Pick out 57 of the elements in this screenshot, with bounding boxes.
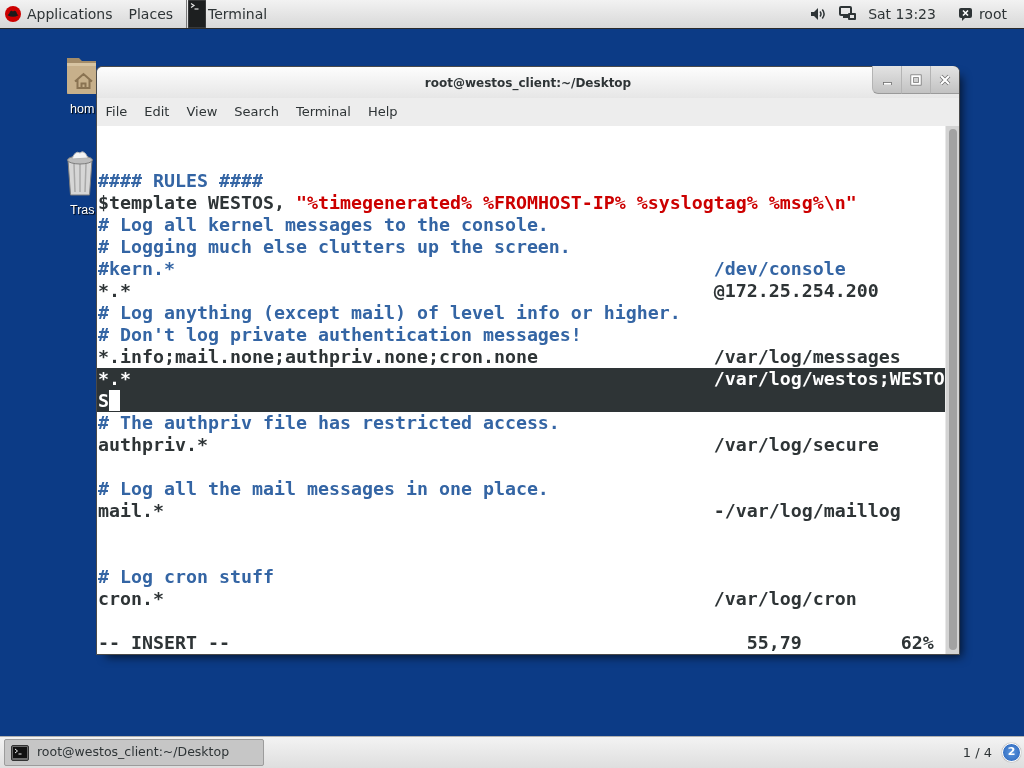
menu-item[interactable]: File [97,102,136,122]
mode-indicator: -- INSERT -- [98,632,231,654]
trash-can-icon[interactable] [66,150,94,197]
scroll-percentage: 62% [900,632,935,654]
config-text: *.info;mail.none;authpriv.none;cron.none [98,346,538,367]
maximize-button[interactable] [901,66,930,94]
config-text: S [98,390,109,412]
clock[interactable]: Sat 13:23 [868,0,936,28]
menu-item[interactable]: View [177,102,226,122]
comment-text: # Log anything (except mail) of level info or higher. [98,302,681,324]
log-target-text: /dev/console [713,258,846,280]
log-target-text: /var/log/secure [713,434,879,456]
config-text: cron.* [98,588,164,609]
terminal-icon [188,0,207,28]
task-button[interactable]: root@westos_client:~/Desktop [4,739,264,766]
menu-item[interactable]: Search [225,102,288,122]
user-menu[interactable]: root [957,0,1007,28]
comment-text: # Log all the mail messages in one place. [98,478,549,500]
log-target-text: /var/log/westos;WESTO [713,368,945,390]
comment-text: # The authpriv file has restricted access. [98,412,560,434]
close-button[interactable] [930,66,959,94]
app-menu[interactable]: Terminal [188,0,268,28]
comment-text: # Log cron stuff [98,566,274,588]
maximize-icon [910,73,922,86]
menu-item[interactable]: Terminal [287,102,360,122]
network-icon[interactable] [839,6,858,22]
volume-icon[interactable] [810,7,827,21]
icon-label: Tras [70,203,95,218]
scrollbar-thumb[interactable] [948,129,957,650]
minimize-icon [882,81,892,86]
log-target-text: /var/log/cron [713,588,857,610]
close-icon [939,73,951,86]
cursor-position: 55,79 [746,632,803,654]
x-bubble-icon [957,7,973,21]
log-target-text: /var/log/messages [713,346,901,368]
config-text: $template WESTOS, "%timegenerated% %FROMHOST-IP% %syslogtag% %msg%\n" [98,192,857,214]
menu-item[interactable]: Help [359,102,407,122]
panel-menu[interactable]: Places [128,0,174,28]
config-text: authpriv.* [98,434,208,455]
log-target-text: -/var/log/maillog [713,500,901,522]
comment-text: # Log all kernel messages to the console. [98,214,549,236]
workspace-indicator[interactable]: 1 / 4 [962,742,992,763]
hat-logo-icon [5,6,21,22]
comment-text: # Don't log private authentication messages! [98,324,582,346]
comment-text: #kern.* [98,258,175,279]
comment-text: #### RULES #### [98,170,263,192]
window-title: root@westos_client:~/Desktop [424,75,632,92]
log-target-text: @172.25.254.200 [713,280,879,302]
config-text: mail.* [98,500,164,521]
icon-label: hom [70,102,95,117]
scrollbar-track[interactable] [945,126,959,654]
comment-text: # Logging much else clutters up the screen. [98,236,571,258]
terminal-icon [11,744,29,761]
menu-item[interactable]: Edit [135,102,178,122]
config-text: *.* [98,368,131,389]
config-text: *.* [98,280,131,301]
panel-menu[interactable]: Applications [5,0,113,28]
